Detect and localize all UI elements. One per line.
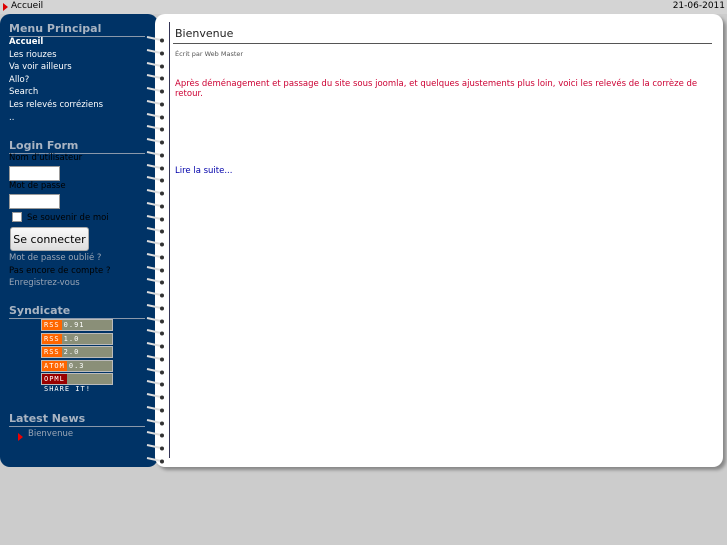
password-input[interactable] bbox=[9, 194, 60, 209]
badge-left: OPML bbox=[42, 374, 67, 384]
article-text: Après déménagement et passage du site so… bbox=[175, 79, 698, 99]
badge-right: 1.0 bbox=[63, 335, 80, 343]
title-divider bbox=[173, 43, 712, 44]
spiral-ring-icon bbox=[146, 360, 166, 374]
opml-badge[interactable]: OPMLSHARE IT! bbox=[41, 373, 113, 393]
spiral-ring-icon bbox=[146, 334, 166, 349]
spiral-ring-icon bbox=[146, 258, 166, 272]
spiral-ring-icon bbox=[146, 54, 166, 68]
username-input[interactable] bbox=[9, 166, 60, 181]
menu-item-more[interactable]: .. bbox=[9, 113, 14, 123]
menu-item-allo[interactable]: Allo? bbox=[9, 75, 29, 85]
password-label: Mot de passe bbox=[9, 181, 66, 191]
menu-heading: Menu Principal bbox=[9, 22, 145, 37]
spiral-ring-icon bbox=[146, 372, 166, 387]
spiral-ring-icon bbox=[146, 28, 166, 43]
forgot-password-link[interactable]: Mot de passe oublié ? bbox=[9, 253, 101, 263]
spiral-ring-icon bbox=[146, 411, 166, 425]
badge-right: 0.91 bbox=[63, 321, 85, 329]
spiral-ring-icon bbox=[146, 309, 166, 323]
spiral-ring-icon bbox=[146, 296, 166, 311]
spiral-ring-icon bbox=[146, 385, 166, 400]
top-bar: Accueil 21-06-2011 bbox=[0, 0, 727, 14]
spiral-ring-icon bbox=[146, 321, 166, 336]
latest-news-heading: Latest News bbox=[9, 412, 145, 427]
badge-left: RSS bbox=[42, 334, 62, 344]
sidebar: Menu Principal Accueil Les riouzes Va vo… bbox=[0, 14, 158, 467]
username-label: Nom d'utilisateur bbox=[9, 153, 83, 163]
badge-right: SHARE IT! bbox=[44, 385, 91, 393]
spiral-ring-icon bbox=[146, 130, 166, 145]
spiral-ring-icon bbox=[146, 117, 166, 132]
login-button[interactable]: Se connecter bbox=[10, 227, 89, 251]
spiral-ring-icon bbox=[146, 41, 166, 56]
spiral-ring-icon bbox=[146, 105, 166, 119]
spiral-ring-icon bbox=[146, 181, 166, 196]
article-title: Bienvenue bbox=[175, 27, 234, 40]
spiral-ring-icon bbox=[146, 449, 166, 464]
remember-label: Se souvenir de moi bbox=[27, 213, 109, 223]
spiral-ring-icon bbox=[146, 194, 166, 209]
remember-checkbox[interactable] bbox=[12, 212, 22, 222]
badge-right: 0.3 bbox=[68, 362, 85, 370]
article-author: Écrit par Web Master bbox=[175, 50, 244, 58]
menu-item-search[interactable]: Search bbox=[9, 87, 38, 97]
spiral-ring-icon bbox=[146, 283, 166, 298]
spiral-ring-icon bbox=[146, 66, 166, 81]
spiral-ring-icon bbox=[146, 423, 166, 438]
spiral-ring-icon bbox=[146, 156, 166, 170]
register-link[interactable]: Enregistrez-vous bbox=[9, 278, 80, 288]
menu-item-ailleurs[interactable]: Va voir ailleurs bbox=[9, 62, 72, 72]
badge-left: RSS bbox=[42, 347, 62, 357]
margin-line bbox=[169, 22, 170, 458]
spiral-ring-icon bbox=[146, 398, 166, 413]
date: 21-06-2011 bbox=[672, 1, 725, 11]
login-heading: Login Form bbox=[9, 139, 145, 154]
badge-right: 2.0 bbox=[63, 348, 80, 356]
spiral-ring-icon bbox=[146, 143, 166, 158]
rss-091-badge[interactable]: RSS 0.91 bbox=[41, 319, 113, 331]
content-panel: Bienvenue Écrit par Web Master Après dém… bbox=[155, 14, 723, 467]
menu-item-releves[interactable]: Les relevés corréziens bbox=[9, 100, 103, 110]
spiral-ring-icon bbox=[146, 436, 166, 451]
spiral-ring-icon bbox=[146, 219, 166, 234]
syndicate-heading: Syndicate bbox=[9, 304, 145, 319]
arrow-icon bbox=[3, 3, 8, 11]
spiral-ring-icon bbox=[146, 92, 166, 107]
no-account-text: Pas encore de compte ? bbox=[9, 266, 111, 276]
spiral-ring-icon bbox=[146, 168, 166, 183]
spiral-ring-icon bbox=[146, 232, 166, 247]
badge-left: ATOM bbox=[42, 361, 67, 371]
badge-left: RSS bbox=[42, 320, 62, 330]
rss-20-badge[interactable]: RSS 2.0 bbox=[41, 346, 113, 358]
spiral-ring-icon bbox=[146, 207, 166, 221]
spiral-ring-icon bbox=[146, 245, 166, 260]
breadcrumb[interactable]: Accueil bbox=[11, 1, 43, 11]
menu-item-riouzes[interactable]: Les riouzes bbox=[9, 50, 57, 60]
spiral-ring-icon bbox=[146, 347, 166, 362]
latest-news-item[interactable]: Bienvenue bbox=[28, 429, 73, 439]
bullet-icon bbox=[18, 433, 23, 441]
spiral-ring-icon bbox=[146, 79, 166, 94]
atom-badge[interactable]: ATOM 0.3 bbox=[41, 360, 113, 372]
spiral-ring-icon bbox=[146, 270, 166, 285]
rss-10-badge[interactable]: RSS 1.0 bbox=[41, 333, 113, 345]
read-more-link[interactable]: Lire la suite... bbox=[175, 166, 232, 176]
menu-item-accueil[interactable]: Accueil bbox=[9, 37, 43, 47]
